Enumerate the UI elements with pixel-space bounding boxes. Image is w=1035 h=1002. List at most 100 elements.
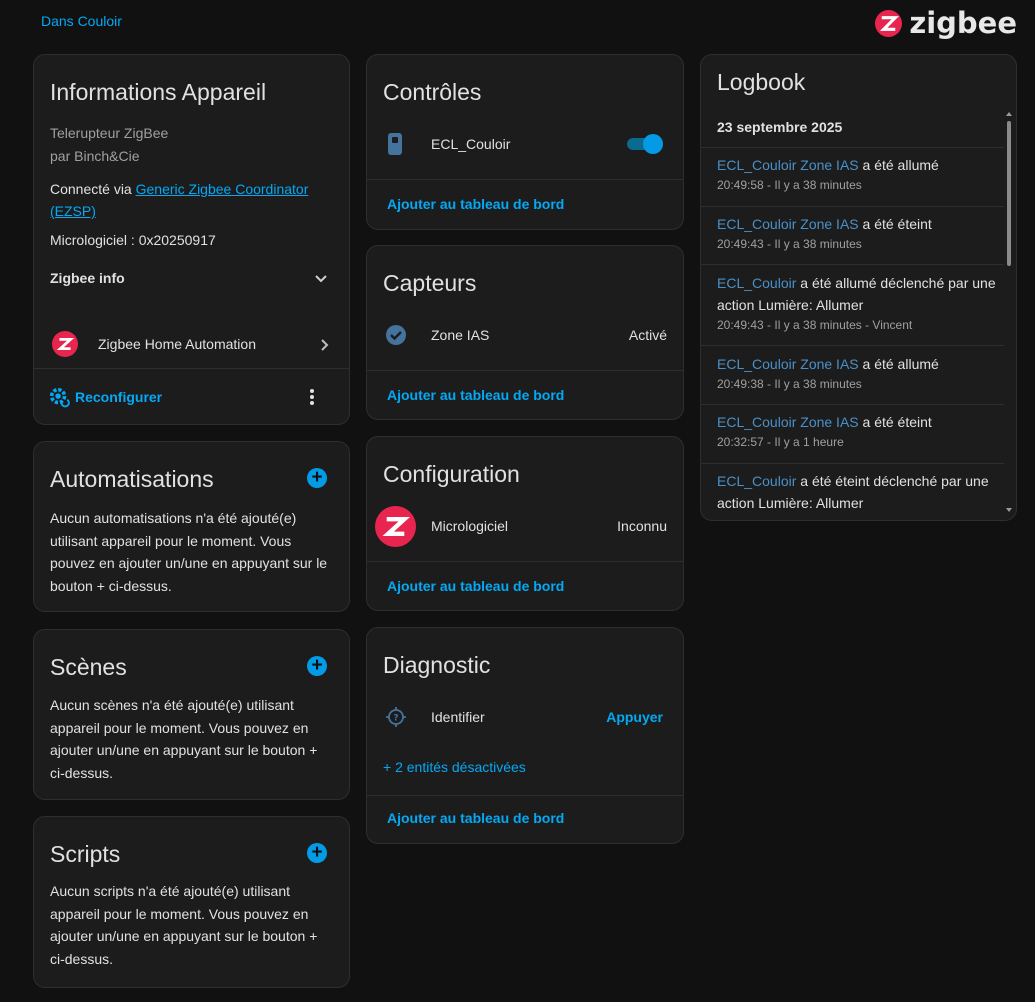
add-scene-button[interactable]: + [307,656,327,676]
log-entry: ECL_Couloir Zone IAS a été éteint 20:49:… [717,213,1004,251]
scripts-card: Scripts + Aucun scripts n'a été ajouté(e… [33,816,350,988]
divider [367,561,683,562]
divider [701,463,1004,464]
device-manufacturer: par Binch&Cie [50,148,140,164]
top-bar: Dans Couloir zigbee [0,0,1035,44]
automations-card: Automatisations + Aucun automatisations … [33,441,350,612]
logbook-title: Logbook [717,69,806,95]
log-message: a été éteint [858,216,932,232]
scripts-empty-text: Aucun scripts n'a été ajouté(e) utilisan… [50,883,318,967]
identify-entity-name: Identifier [431,709,485,725]
scenes-title: Scènes [50,654,127,680]
divider [367,179,683,180]
add-to-dashboard-button[interactable]: Ajouter au tableau de bord [387,387,564,403]
crosshairs-question-icon: ? [386,707,406,727]
dots-vertical-icon [310,389,314,405]
sensors-title: Capteurs [383,270,477,296]
integration-label: Zigbee Home Automation [98,336,256,352]
add-to-dashboard-button[interactable]: Ajouter au tableau de bord [387,196,564,212]
add-script-button[interactable]: + [307,843,327,863]
log-time: 20:49:58 - Il y a 38 minutes [717,178,862,192]
check-circle-icon [386,325,406,345]
log-entry: ECL_Couloir a été allumé déclenché par u… [717,272,1004,332]
log-message: a été allumé [858,157,939,173]
brand-label: zigbee [909,6,1017,40]
add-to-dashboard-button[interactable]: Ajouter au tableau de bord [387,810,564,826]
light-switch-icon [388,133,402,155]
device-model: Telerupteur ZigBee [50,125,169,141]
sensor-entity-name: Zone IAS [431,327,490,343]
cog-refresh-icon [49,387,70,408]
zigbee-brand: zigbee [875,6,1017,40]
log-entry: ECL_Couloir Zone IAS a été allumé 20:49:… [717,353,1004,391]
area-link[interactable]: Dans Couloir [41,13,122,29]
connected-via-label: Connecté via [50,181,136,197]
automations-title: Automatisations [50,466,214,492]
scrollbar-thumb[interactable] [1007,121,1011,266]
entity-row-sensor[interactable]: Zone IAS Activé [383,322,667,348]
entity-row-identify[interactable]: ? Identifier Appuyer [383,704,663,730]
svg-text:?: ? [393,714,398,724]
log-entity-link[interactable]: ECL_Couloir Zone IAS [717,356,859,372]
log-entity-link[interactable]: ECL_Couloir Zone IAS [717,216,859,232]
controls-title: Contrôles [383,79,482,105]
switch-entity-name: ECL_Couloir [431,136,511,152]
zigbee-logo-icon [875,9,903,37]
sensors-card: Capteurs Zone IAS Activé Ajouter au tabl… [366,245,684,420]
divider [701,206,1004,207]
logbook-card: Logbook 23 septembre 2025 ECL_Couloir Zo… [700,54,1017,521]
logbook-scrollbar[interactable] [1005,111,1013,513]
scenes-empty-text: Aucun scènes n'a été ajouté(e) utilisant… [50,697,318,781]
log-message: a été allumé [858,356,939,372]
log-entry: ECL_Couloir Zone IAS a été éteint 20:32:… [717,411,1004,449]
zigbee-info-expander[interactable]: Zigbee info [50,265,331,291]
log-time: 20:32:57 - Il y a 1 heure [717,435,844,449]
log-message: a été éteint [858,414,932,430]
configuration-card: Configuration Micrologiciel Inconnu Ajou… [366,436,684,611]
scenes-card: Scènes + Aucun scènes n'a été ajouté(e) … [33,629,350,800]
add-automation-button[interactable]: + [307,468,327,488]
log-time: 20:49:38 - Il y a 38 minutes [717,377,862,391]
zigbee-logo-icon [52,331,78,357]
divider [701,264,1004,265]
more-menu-button[interactable] [309,387,315,407]
logbook-date: 23 septembre 2025 [717,119,843,135]
integration-row[interactable]: Zigbee Home Automation [50,328,331,358]
firmware-version: Micrologiciel : 0x20250917 [50,232,216,248]
log-entity-link[interactable]: ECL_Couloir Zone IAS [717,414,859,430]
entity-row-firmware[interactable]: Micrologiciel Inconnu [375,505,667,547]
divider [367,795,683,796]
diagnostic-card: Diagnostic ? Identifier Appuyer + 2 enti… [366,627,684,844]
divider [701,345,1004,346]
log-entry: ECL_Couloir Zone IAS a été allumé 20:49:… [717,154,1004,192]
log-time: 20:49:43 - Il y a 38 minutes [717,237,862,251]
reconfigure-label: Reconfigurer [75,389,163,405]
diagnostic-title: Diagnostic [383,652,491,678]
log-entity-link[interactable]: ECL_Couloir Zone IAS [717,157,859,173]
log-entity-link[interactable]: ECL_Couloir [717,473,796,489]
log-entity-link[interactable]: ECL_Couloir [717,275,796,291]
zigbee-logo-icon [375,506,416,547]
device-info-card: Informations Appareil Telerupteur ZigBee… [33,54,350,425]
add-to-dashboard-button[interactable]: Ajouter au tableau de bord [387,578,564,594]
divider [367,370,683,371]
sensor-state: Activé [628,327,667,343]
reconfigure-button[interactable]: Reconfigurer [48,385,198,409]
zigbee-info-label: Zigbee info [50,270,125,286]
entity-row-switch[interactable]: ECL_Couloir [383,131,665,157]
press-button[interactable]: Appuyer [606,709,663,725]
switch-toggle[interactable] [627,133,663,154]
configuration-title: Configuration [383,461,520,487]
divider [701,147,1004,148]
automations-empty-text: Aucun automatisations n'a été ajouté(e) … [50,510,328,594]
scroll-down-arrow-icon [1006,508,1012,512]
firmware-state: Inconnu [617,518,667,534]
firmware-entity-name: Micrologiciel [431,518,509,534]
log-time: 20:49:43 - Il y a 38 minutes - Vincent [717,318,913,332]
controls-card: Contrôles ECL_Couloir Ajouter au tableau… [366,54,684,230]
chevron-right-icon [321,339,329,351]
scripts-title: Scripts [50,841,121,867]
divider [701,404,1004,405]
scroll-up-arrow-icon [1006,112,1012,116]
disabled-entities-link[interactable]: + 2 entités désactivées [383,759,526,775]
